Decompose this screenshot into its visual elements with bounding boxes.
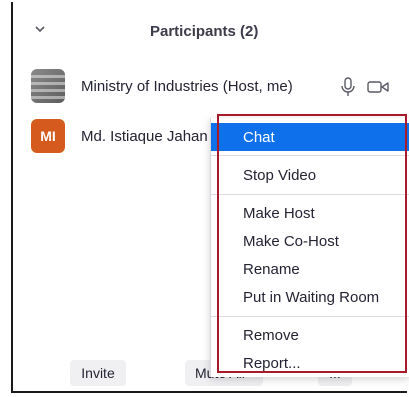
menu-item-remove[interactable]: Remove — [211, 321, 409, 349]
avatar — [31, 69, 65, 103]
invite-button[interactable]: Invite — [70, 360, 126, 386]
menu-divider — [211, 194, 409, 195]
menu-item-report[interactable]: Report... — [211, 349, 409, 377]
menu-item-rename[interactable]: Rename — [211, 255, 409, 283]
video-camera-icon[interactable] — [367, 80, 389, 94]
participant-name: Ministry of Industries (Host, me) — [81, 77, 293, 95]
menu-item-stop-video[interactable]: Stop Video — [211, 161, 409, 189]
avatar: MI — [31, 119, 65, 153]
participant-context-menu: Chat Stop Video Make Host Make Co-Host R… — [210, 118, 409, 377]
participant-row[interactable]: Ministry of Industries (Host, me) — [31, 68, 293, 104]
participant-name: Md. Istiaque Jahan — [81, 127, 208, 145]
menu-item-chat[interactable]: Chat — [211, 123, 409, 151]
microphone-icon[interactable] — [340, 77, 356, 97]
menu-divider — [211, 316, 409, 317]
participant-row[interactable]: MI Md. Istiaque Jahan — [31, 118, 208, 154]
menu-item-make-host[interactable]: Make Host — [211, 199, 409, 227]
menu-item-put-in-waiting-room[interactable]: Put in Waiting Room — [211, 283, 409, 311]
panel-title: Participants (2) — [150, 23, 259, 40]
menu-item-make-co-host[interactable]: Make Co-Host — [211, 227, 409, 255]
menu-divider — [211, 155, 409, 156]
chevron-down-icon[interactable] — [33, 22, 47, 36]
